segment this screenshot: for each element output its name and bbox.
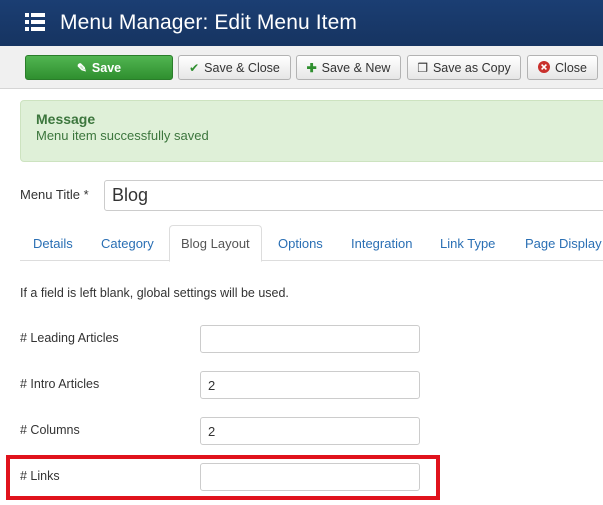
intro-articles-input[interactable] <box>200 371 420 399</box>
tab-bar: Details Category Blog Layout Options Int… <box>20 225 603 262</box>
tab-link-type[interactable]: Link Type <box>440 225 495 261</box>
save-copy-button[interactable]: ❐ Save as Copy <box>407 55 521 80</box>
save-copy-label: Save as Copy <box>432 60 511 75</box>
save-label: Save <box>91 60 122 75</box>
leading-articles-label: # Leading Articles <box>20 331 119 345</box>
page-title: Menu Manager: Edit Menu Item <box>60 11 357 34</box>
success-message: Message Menu item successfully saved <box>20 100 603 162</box>
columns-label: # Columns <box>20 423 80 437</box>
tab-options[interactable]: Options <box>278 225 323 261</box>
leading-articles-input[interactable] <box>200 325 420 353</box>
close-label: Close <box>555 60 587 75</box>
list-menu-icon <box>25 12 45 32</box>
save-new-button[interactable]: ✚ Save & New <box>296 55 401 80</box>
tab-category[interactable]: Category <box>101 225 154 261</box>
menu-title-input[interactable] <box>104 180 603 211</box>
edit-icon: ✎ <box>76 60 87 75</box>
tab-blog-layout[interactable]: Blog Layout <box>169 225 262 262</box>
page-header: Menu Manager: Edit Menu Item <box>0 0 603 46</box>
toolbar: ✎ Save ✔ Save & Close ✚ Save & New ❐ Sav… <box>0 46 603 89</box>
menu-title-label: Menu Title * <box>20 187 89 202</box>
close-circle-icon <box>538 60 551 75</box>
save-button[interactable]: ✎ Save <box>25 55 173 80</box>
copy-icon: ❐ <box>417 60 428 75</box>
save-new-label: Save & New <box>321 60 391 75</box>
save-close-label: Save & Close <box>204 60 280 75</box>
tab-page-display[interactable]: Page Display <box>525 225 602 261</box>
links-highlight-box <box>6 455 440 500</box>
blank-field-note: If a field is left blank, global setting… <box>20 286 289 300</box>
save-close-button[interactable]: ✔ Save & Close <box>178 55 291 80</box>
columns-input[interactable] <box>200 417 420 445</box>
intro-articles-label: # Intro Articles <box>20 377 100 391</box>
tab-integration[interactable]: Integration <box>351 225 412 261</box>
plus-icon: ✚ <box>306 60 317 75</box>
close-button[interactable]: Close <box>527 55 598 80</box>
message-text: Menu item successfully saved <box>36 128 209 143</box>
message-heading: Message <box>36 111 96 127</box>
check-icon: ✔ <box>189 60 200 75</box>
tab-details[interactable]: Details <box>33 225 73 261</box>
